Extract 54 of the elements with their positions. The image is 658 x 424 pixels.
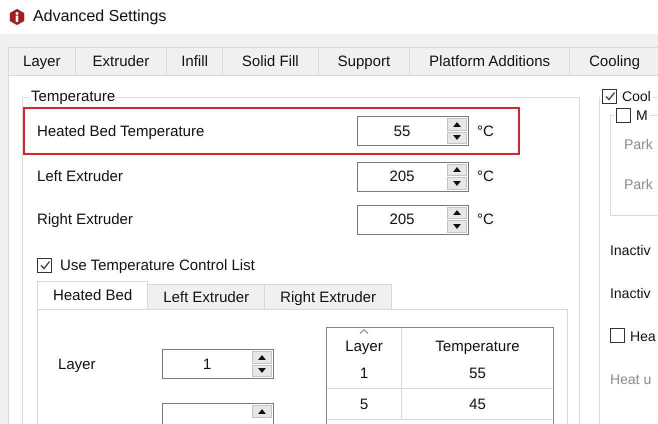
window-title: Advanced Settings bbox=[33, 8, 166, 26]
sort-ascending-icon bbox=[359, 329, 369, 334]
field-label: Park bbox=[624, 176, 654, 192]
checkbox[interactable] bbox=[616, 108, 631, 122]
tab[interactable]: Left Extruder bbox=[148, 284, 266, 309]
number-spinbox[interactable] bbox=[162, 403, 274, 424]
field-label: Park bbox=[624, 136, 654, 152]
tab[interactable]: Right Extruder bbox=[265, 284, 392, 309]
unit-label: °C bbox=[477, 122, 494, 140]
spin-up-icon[interactable] bbox=[453, 167, 461, 172]
table-cell: 5 bbox=[327, 389, 402, 419]
table-cell-text: 55 bbox=[468, 364, 487, 384]
tab[interactable]: Infill bbox=[166, 47, 222, 75]
unit-label: °C bbox=[477, 168, 494, 185]
checkbox-label: Use Temperature Control List bbox=[60, 256, 255, 274]
tab[interactable]: Support bbox=[318, 47, 410, 75]
field-label: Left Extruder bbox=[37, 168, 124, 185]
field-label: Right Extruder bbox=[37, 211, 134, 228]
tab[interactable]: Platform Additions bbox=[409, 47, 570, 75]
column-header[interactable]: Layer bbox=[327, 328, 402, 358]
table-cell: 1 bbox=[327, 358, 402, 388]
checkbox[interactable] bbox=[602, 88, 617, 104]
checkbox[interactable] bbox=[37, 258, 52, 272]
spin-up-icon[interactable] bbox=[453, 122, 461, 127]
field-label: Heated Bed Temperature bbox=[37, 122, 206, 140]
checkbox-label: Hea bbox=[630, 328, 656, 344]
spin-up-icon[interactable] bbox=[258, 409, 266, 414]
hint-text: Heat u bbox=[610, 370, 652, 388]
tab[interactable]: Heated Bed bbox=[37, 281, 148, 309]
number-spinbox[interactable]: 1 bbox=[162, 349, 274, 379]
tab[interactable]: Extruder bbox=[74, 47, 166, 75]
number-spinbox[interactable]: 205 bbox=[357, 204, 469, 234]
app-logo-icon bbox=[8, 8, 26, 26]
spin-down-icon[interactable] bbox=[453, 180, 461, 186]
number-spinbox[interactable]: 55 bbox=[357, 116, 469, 146]
checkbox-label: Cool bbox=[622, 88, 651, 104]
field-label: Inactiv bbox=[610, 240, 652, 260]
spin-down-icon[interactable] bbox=[453, 135, 461, 140]
spin-down-icon[interactable] bbox=[258, 368, 266, 374]
table-cell-text: 45 bbox=[468, 394, 487, 414]
checkbox[interactable] bbox=[610, 328, 625, 343]
spin-down-icon[interactable] bbox=[453, 224, 461, 229]
spin-up-icon[interactable] bbox=[453, 210, 461, 216]
group-title: Temperature bbox=[29, 88, 118, 105]
field-label: Layer bbox=[58, 356, 97, 372]
tab[interactable]: Layer bbox=[8, 47, 75, 75]
number-spinbox[interactable]: 205 bbox=[357, 162, 469, 192]
spin-up-icon[interactable] bbox=[258, 354, 266, 360]
column-header[interactable]: Temperature bbox=[402, 328, 553, 358]
checkbox-label: M bbox=[636, 107, 648, 123]
tab[interactable]: Cooling bbox=[569, 47, 658, 75]
unit-label: °C bbox=[477, 211, 494, 228]
tab[interactable]: Solid Fill bbox=[222, 47, 318, 75]
field-label: Inactiv bbox=[610, 284, 652, 302]
